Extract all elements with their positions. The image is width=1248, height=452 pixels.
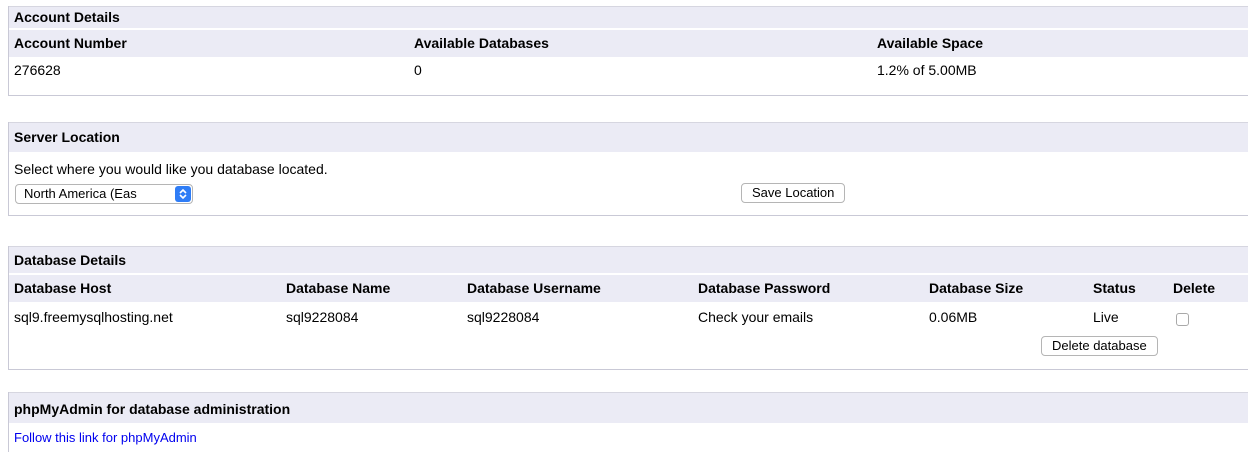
server-location-selected-value: North America (Eas [24,186,137,201]
phpmyadmin-link-wrap: Follow this link for phpMyAdmin [9,424,197,450]
phpmyadmin-title: phpMyAdmin for database administration [9,392,1248,423]
available-space-value: 1.2% of 5.00MB [877,62,977,78]
database-name-value: sql9228084 [286,309,359,325]
database-details-title: Database Details [9,246,1248,273]
server-prompt-row: Select where you would like you database… [9,152,1248,178]
account-number-value: 276628 [14,62,61,78]
database-details-panel: Database Details Database Host Database … [8,246,1248,370]
database-row: sql9.freemysqlhosting.net sql9228084 sql… [9,302,1248,364]
database-username-value: sql9228084 [467,309,540,325]
header-available-space: Available Space [877,35,984,51]
server-controls-row: North America (Eas Save Location [9,178,1248,208]
header-database-password: Database Password [698,280,831,296]
header-database-size: Database Size [929,280,1024,296]
header-database-host: Database Host [14,280,112,296]
phpmyadmin-panel: phpMyAdmin for database administration F… [8,392,1248,452]
header-status: Status [1093,280,1136,296]
account-header-row: Account Number Available Databases Avail… [9,28,1248,57]
header-database-name: Database Name [286,280,391,296]
database-password-value: Check your emails [698,309,814,325]
header-account-number: Account Number [14,35,127,51]
delete-database-button[interactable]: Delete database [1041,336,1158,356]
phpmyadmin-link-row: Follow this link for phpMyAdmin [9,423,1248,451]
server-location-select[interactable]: North America (Eas [15,184,193,204]
header-database-username: Database Username [467,280,601,296]
header-delete: Delete [1173,280,1216,296]
server-location-title: Server Location [9,122,1248,152]
delete-checkbox[interactable] [1176,313,1189,326]
account-values-row: 276628 0 1.2% of 5.00MB [9,57,1248,85]
database-host-value: sql9.freemysqlhosting.net [14,309,173,325]
database-header-row: Database Host Database Name Database Use… [9,273,1248,302]
account-details-title: Account Details [9,6,1248,28]
save-location-button[interactable]: Save Location [741,183,846,203]
available-databases-value: 0 [414,62,422,78]
database-size-value: 0.06MB [929,309,978,325]
account-details-panel: Account Details Account Number Available… [8,6,1248,96]
server-location-panel: Server Location Select where you would l… [8,122,1248,216]
database-status-value: Live [1093,309,1119,325]
header-available-databases: Available Databases [414,35,549,51]
phpmyadmin-link[interactable]: Follow this link for phpMyAdmin [14,430,197,445]
select-stepper-icon [175,186,191,202]
